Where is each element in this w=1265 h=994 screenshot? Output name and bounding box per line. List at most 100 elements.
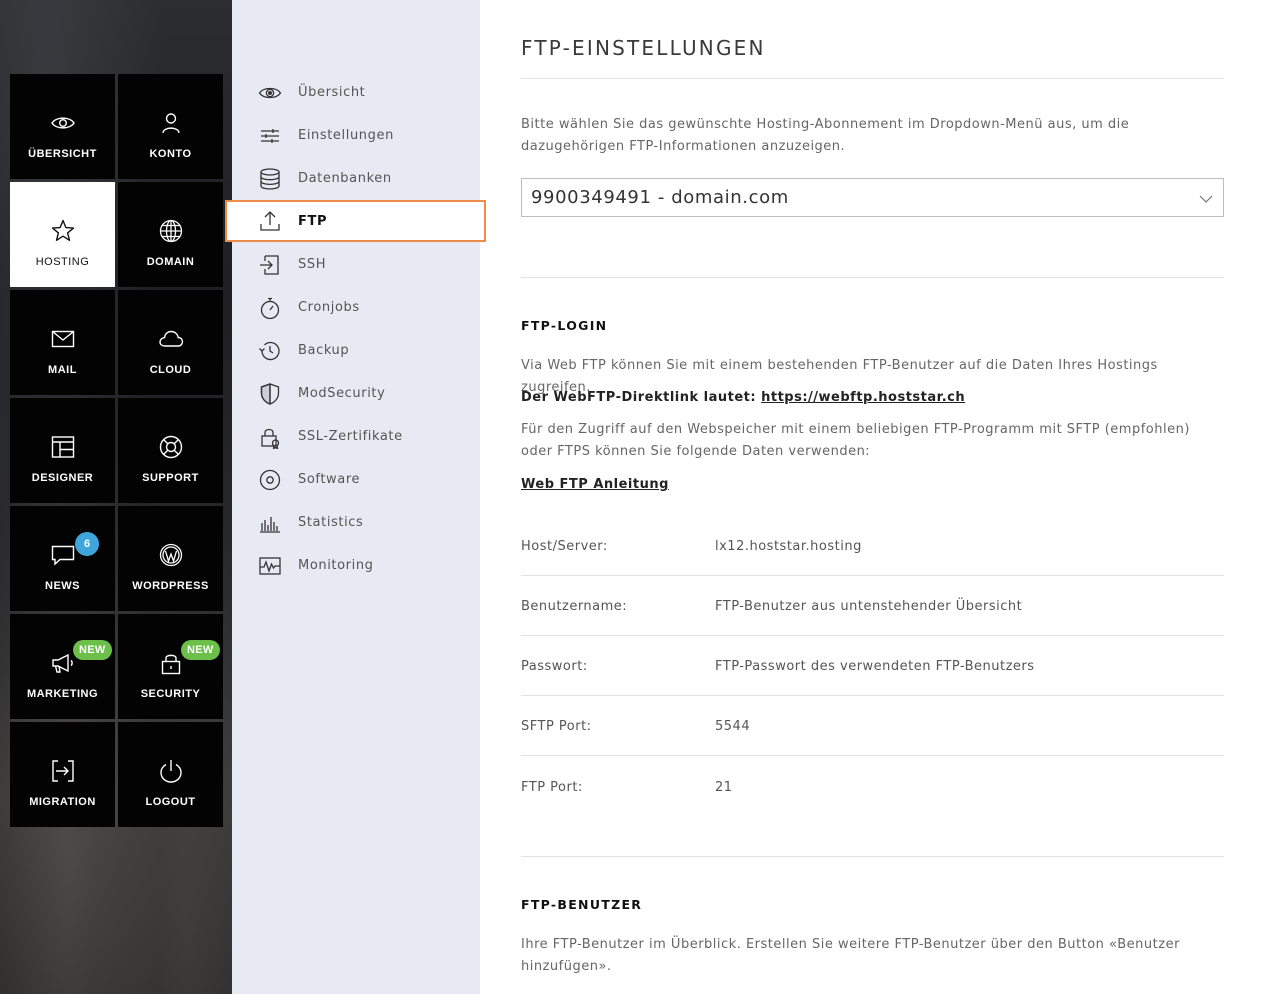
submenu-item-ssh[interactable]: SSH <box>232 243 480 286</box>
detail-row-sftp-port: SFTP Port: 5544 <box>521 719 1224 779</box>
submenu-item-label: Cronjobs <box>298 300 360 315</box>
eye-icon <box>258 81 282 105</box>
cloud-icon <box>158 326 184 352</box>
detail-value: FTP-Benutzer aus untenstehender Übersich… <box>715 599 1023 614</box>
nav-tile-label: WORDPRESS <box>132 580 209 592</box>
section-heading-ftp-login: FTP-LOGIN <box>521 318 608 333</box>
divider <box>521 856 1224 857</box>
detail-value: 5544 <box>715 719 751 734</box>
submenu-item-label: Backup <box>298 343 350 358</box>
webftp-direct-link[interactable]: https://webftp.hoststar.ch <box>761 390 965 405</box>
nav-tile-label: SUPPORT <box>142 472 199 484</box>
nav-tile-mail[interactable]: MAIL <box>10 290 115 395</box>
submenu-item-label: SSL-Zertifikate <box>298 429 403 444</box>
submenu-item-label: Monitoring <box>298 558 374 573</box>
main-nav: ÜBERSICHT KONTO HOSTING DOMAIN MAIL CLOU… <box>0 0 232 994</box>
certificate-lock-icon <box>258 425 282 449</box>
nav-tile-designer[interactable]: DESIGNER <box>10 398 115 503</box>
divider <box>521 277 1224 278</box>
globe-icon <box>158 218 184 244</box>
submenu-item-software[interactable]: Software <box>232 458 480 501</box>
submenu-item-label: Übersicht <box>298 85 366 100</box>
detail-value: lx12.hoststar.hosting <box>715 539 862 554</box>
nav-tile-label: HOSTING <box>35 256 90 268</box>
nav-tile-label: ÜBERSICHT <box>28 148 97 160</box>
nav-tile-label: KONTO <box>149 148 192 160</box>
news-count-badge: 6 <box>75 532 99 556</box>
submenu-item-label: Statistics <box>298 515 364 530</box>
detail-row-ftp-port: FTP Port: 21 <box>521 780 1224 840</box>
eye-icon <box>50 110 76 136</box>
nav-tile-label: NEWS <box>45 580 80 592</box>
migration-icon <box>50 758 76 784</box>
submenu-item-cronjobs[interactable]: Cronjobs <box>232 286 480 329</box>
submenu-item-label: FTP <box>298 213 328 229</box>
new-badge: NEW <box>181 640 220 660</box>
divider <box>521 78 1224 79</box>
submenu-item-label: Datenbanken <box>298 171 392 186</box>
nav-tile-support[interactable]: SUPPORT <box>118 398 223 503</box>
nav-tile-marketing[interactable]: NEW MARKETING <box>10 614 115 719</box>
chevron-down-icon <box>1199 191 1213 205</box>
intro-text: Bitte wählen Sie das gewünschte Hosting-… <box>521 117 1130 154</box>
detail-row-username: Benutzername: FTP-Benutzer aus untensteh… <box>521 599 1224 659</box>
submenu-item-datenbanken[interactable]: Datenbanken <box>232 157 480 200</box>
nav-tile-label: CLOUD <box>149 364 192 376</box>
nav-tile-label: SECURITY <box>140 688 201 700</box>
page-title: FTP-EINSTELLUNGEN <box>521 36 766 60</box>
submenu-item-backup[interactable]: Backup <box>232 329 480 372</box>
nav-tile-cloud[interactable]: CLOUD <box>118 290 223 395</box>
stopwatch-icon <box>258 296 282 320</box>
sliders-icon <box>258 124 282 148</box>
submenu-item-label: SSH <box>298 257 327 272</box>
padlock-icon <box>158 650 184 676</box>
megaphone-icon <box>50 650 76 676</box>
nav-tile-news[interactable]: 6 NEWS <box>10 506 115 611</box>
nav-tile-logout[interactable]: LOGOUT <box>118 722 223 827</box>
webftp-direct-line: Der WebFTP-Direktlink lautet: https://we… <box>521 387 1224 409</box>
select-value: 9900349491 - domain.com <box>531 187 789 208</box>
nav-tile-hosting[interactable]: HOSTING <box>10 182 115 287</box>
bar-chart-icon <box>258 511 282 535</box>
submenu-item-statistics[interactable]: Statistics <box>232 501 480 544</box>
database-icon <box>258 167 282 191</box>
power-icon <box>158 758 184 784</box>
login-icon <box>258 253 282 277</box>
pulse-icon <box>258 554 282 578</box>
submenu-item-label: Einstellungen <box>298 128 394 143</box>
submenu-item-modsecurity[interactable]: ModSecurity <box>232 372 480 415</box>
ftp-users-text: Ihre FTP-Benutzer im Überblick. Erstelle… <box>521 937 1180 974</box>
disc-icon <box>258 468 282 492</box>
submenu-item-einstellungen[interactable]: Einstellungen <box>232 114 480 157</box>
detail-value: 21 <box>715 780 733 795</box>
layout-icon <box>50 434 76 460</box>
envelope-icon <box>50 326 76 352</box>
shield-icon <box>258 382 282 406</box>
detail-key: SFTP Port: <box>521 719 592 734</box>
submenu-item-monitoring[interactable]: Monitoring <box>232 544 480 587</box>
detail-row-password: Passwort: FTP-Passwort des verwendeten F… <box>521 659 1224 719</box>
star-icon <box>50 218 76 244</box>
section-heading-ftp-users: FTP-BENUTZER <box>521 897 643 912</box>
detail-key: Passwort: <box>521 659 588 674</box>
nav-tile-wordpress[interactable]: WORDPRESS <box>118 506 223 611</box>
nav-tile-domain[interactable]: DOMAIN <box>118 182 223 287</box>
detail-row-host: Host/Server: lx12.hoststar.hosting <box>521 539 1224 599</box>
wordpress-icon <box>158 542 184 568</box>
nav-tile-label: MAIL <box>48 364 77 376</box>
nav-tile-uebersicht[interactable]: ÜBERSICHT <box>10 74 115 179</box>
submenu-item-uebersicht[interactable]: Übersicht <box>232 71 480 114</box>
nav-tile-label: LOGOUT <box>145 796 196 808</box>
nav-tile-security[interactable]: NEW SECURITY <box>118 614 223 719</box>
detail-key: Host/Server: <box>521 539 608 554</box>
nav-tile-label: MARKETING <box>26 688 99 700</box>
nav-tile-migration[interactable]: MIGRATION <box>10 722 115 827</box>
nav-tile-konto[interactable]: KONTO <box>118 74 223 179</box>
hosting-submenu: Übersicht Einstellungen Datenbanken FTP … <box>225 0 486 994</box>
detail-key: FTP Port: <box>521 780 583 795</box>
hosting-subscription-select[interactable]: 9900349491 - domain.com <box>521 178 1224 217</box>
submenu-item-ftp[interactable]: FTP <box>225 200 486 242</box>
detail-key: Benutzername: <box>521 599 628 614</box>
submenu-item-ssl-zertifikate[interactable]: SSL-Zertifikate <box>232 415 480 458</box>
web-ftp-guide-link[interactable]: Web FTP Anleitung <box>521 477 669 492</box>
